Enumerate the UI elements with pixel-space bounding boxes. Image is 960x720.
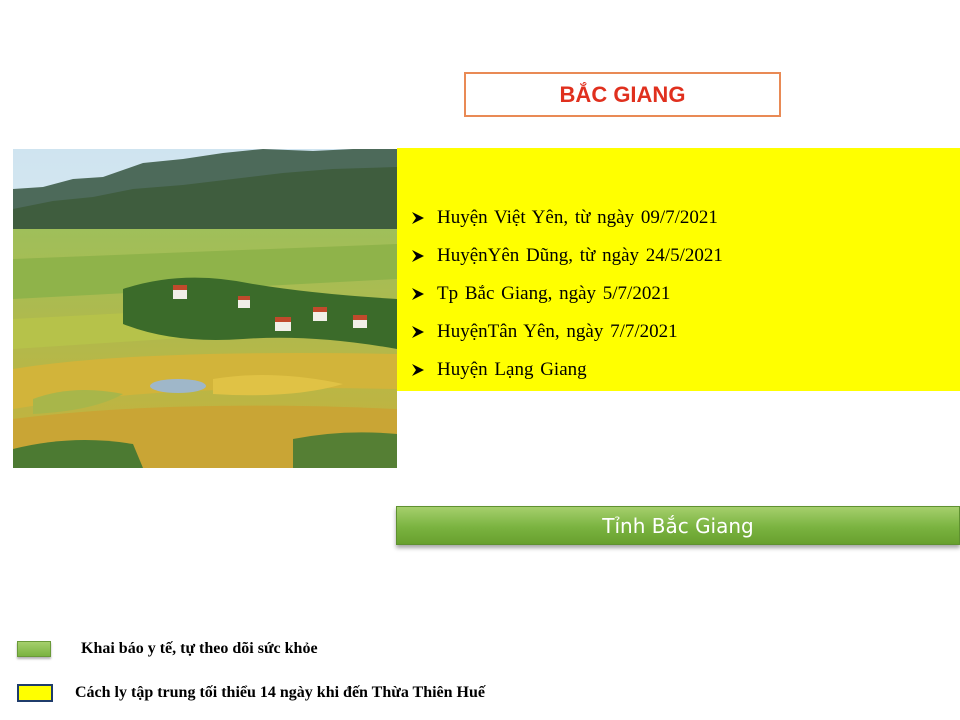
district-label: HuyệnTân Yên, ngày 7/7/2021 — [437, 321, 678, 342]
legend-swatch-yellow — [17, 684, 53, 702]
province-bar-label: Tỉnh Bắc Giang — [602, 513, 754, 538]
list-item: HuyệnYên Dũng, từ ngày 24/5/2021 — [411, 237, 723, 275]
quarantine-districts-panel: Huyện Việt Yên, từ ngày 09/7/2021 HuyệnY… — [397, 148, 960, 391]
arrow-bullet-icon — [412, 288, 424, 300]
list-item: Tp Bắc Giang, ngày 5/7/2021 — [411, 275, 723, 313]
legend-swatch-green — [17, 641, 51, 657]
arrow-bullet-icon — [412, 250, 424, 262]
district-label: HuyệnYên Dũng, từ ngày 24/5/2021 — [437, 245, 723, 266]
district-label: Huyện Lạng Giang — [437, 359, 587, 380]
district-label: Huyện Việt Yên, từ ngày 09/7/2021 — [437, 207, 718, 228]
province-bar: Tỉnh Bắc Giang — [396, 506, 960, 545]
list-item: HuyệnTân Yên, ngày 7/7/2021 — [411, 313, 723, 351]
title-box: BẮC GIANG — [464, 72, 781, 117]
legend-label-health-declaration: Khai báo y tế, tự theo dõi sức khỏe — [81, 640, 318, 657]
district-list: Huyện Việt Yên, từ ngày 09/7/2021 HuyệnY… — [411, 199, 723, 389]
legend-label-quarantine: Cách ly tập trung tối thiểu 14 ngày khi … — [75, 684, 485, 701]
list-item: Huyện Việt Yên, từ ngày 09/7/2021 — [411, 199, 723, 237]
list-item: Huyện Lạng Giang — [411, 351, 723, 389]
arrow-bullet-icon — [412, 212, 424, 224]
arrow-bullet-icon — [412, 326, 424, 338]
district-label: Tp Bắc Giang, ngày 5/7/2021 — [437, 283, 671, 304]
landscape-photo — [13, 149, 397, 468]
page-title: BẮC GIANG — [559, 81, 686, 107]
arrow-bullet-icon — [412, 364, 424, 376]
